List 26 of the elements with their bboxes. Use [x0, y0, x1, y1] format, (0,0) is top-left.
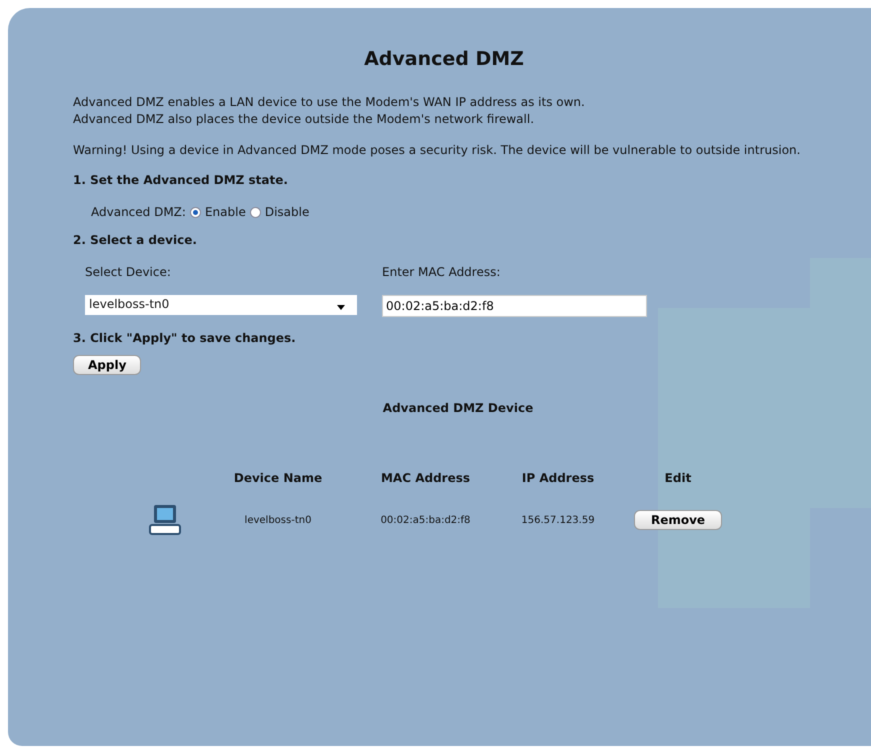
- column-header: Edit: [664, 471, 692, 485]
- radio-option[interactable]: Disable: [250, 205, 310, 219]
- radio-option[interactable]: Enable: [190, 205, 246, 219]
- step-heading: 3. Click "Apply" to save changes.: [73, 331, 297, 345]
- column-header: Device Name: [232, 471, 324, 485]
- computer-icon: [148, 503, 182, 537]
- step-heading: 2. Select a device.: [73, 233, 198, 247]
- description-line: Advanced DMZ enables a LAN device to use the Modem's WAN IP address as its own.: [73, 94, 586, 111]
- select-label: Select Device:: [85, 265, 172, 279]
- dmz-label: Advanced DMZ:: [91, 205, 186, 219]
- mac-field[interactable]: 00:02:a5:ba:d2:f8: [382, 295, 647, 317]
- remove-button[interactable]: Remove: [634, 510, 722, 530]
- apply-button[interactable]: Apply: [73, 355, 142, 375]
- caret-icon: [337, 305, 345, 310]
- device-select[interactable]: levelboss-tn0: [85, 295, 357, 315]
- mac-label: Enter MAC Address:: [382, 265, 502, 279]
- page-title: Advanced DMZ: [363, 47, 525, 72]
- column-header: IP Address: [520, 471, 596, 485]
- table-title: Advanced DMZ Device: [382, 401, 534, 415]
- description-line: Advanced DMZ also places the device outside the Modem's network firewall.: [73, 111, 536, 128]
- step-heading: 1. Set the Advanced DMZ state.: [73, 173, 289, 187]
- table-cell-text: 00:02:a5:ba:d2:f8: [380, 514, 472, 526]
- table-cell-text: levelboss-tn0: [244, 514, 312, 526]
- column-header: MAC Address: [380, 471, 472, 485]
- table-cell-text: 156.57.123.59: [520, 514, 596, 526]
- warning-text: Warning! Using a device in Advanced DMZ mode poses a security risk. The device will be vulnerable to outside intrusion.: [73, 142, 802, 159]
